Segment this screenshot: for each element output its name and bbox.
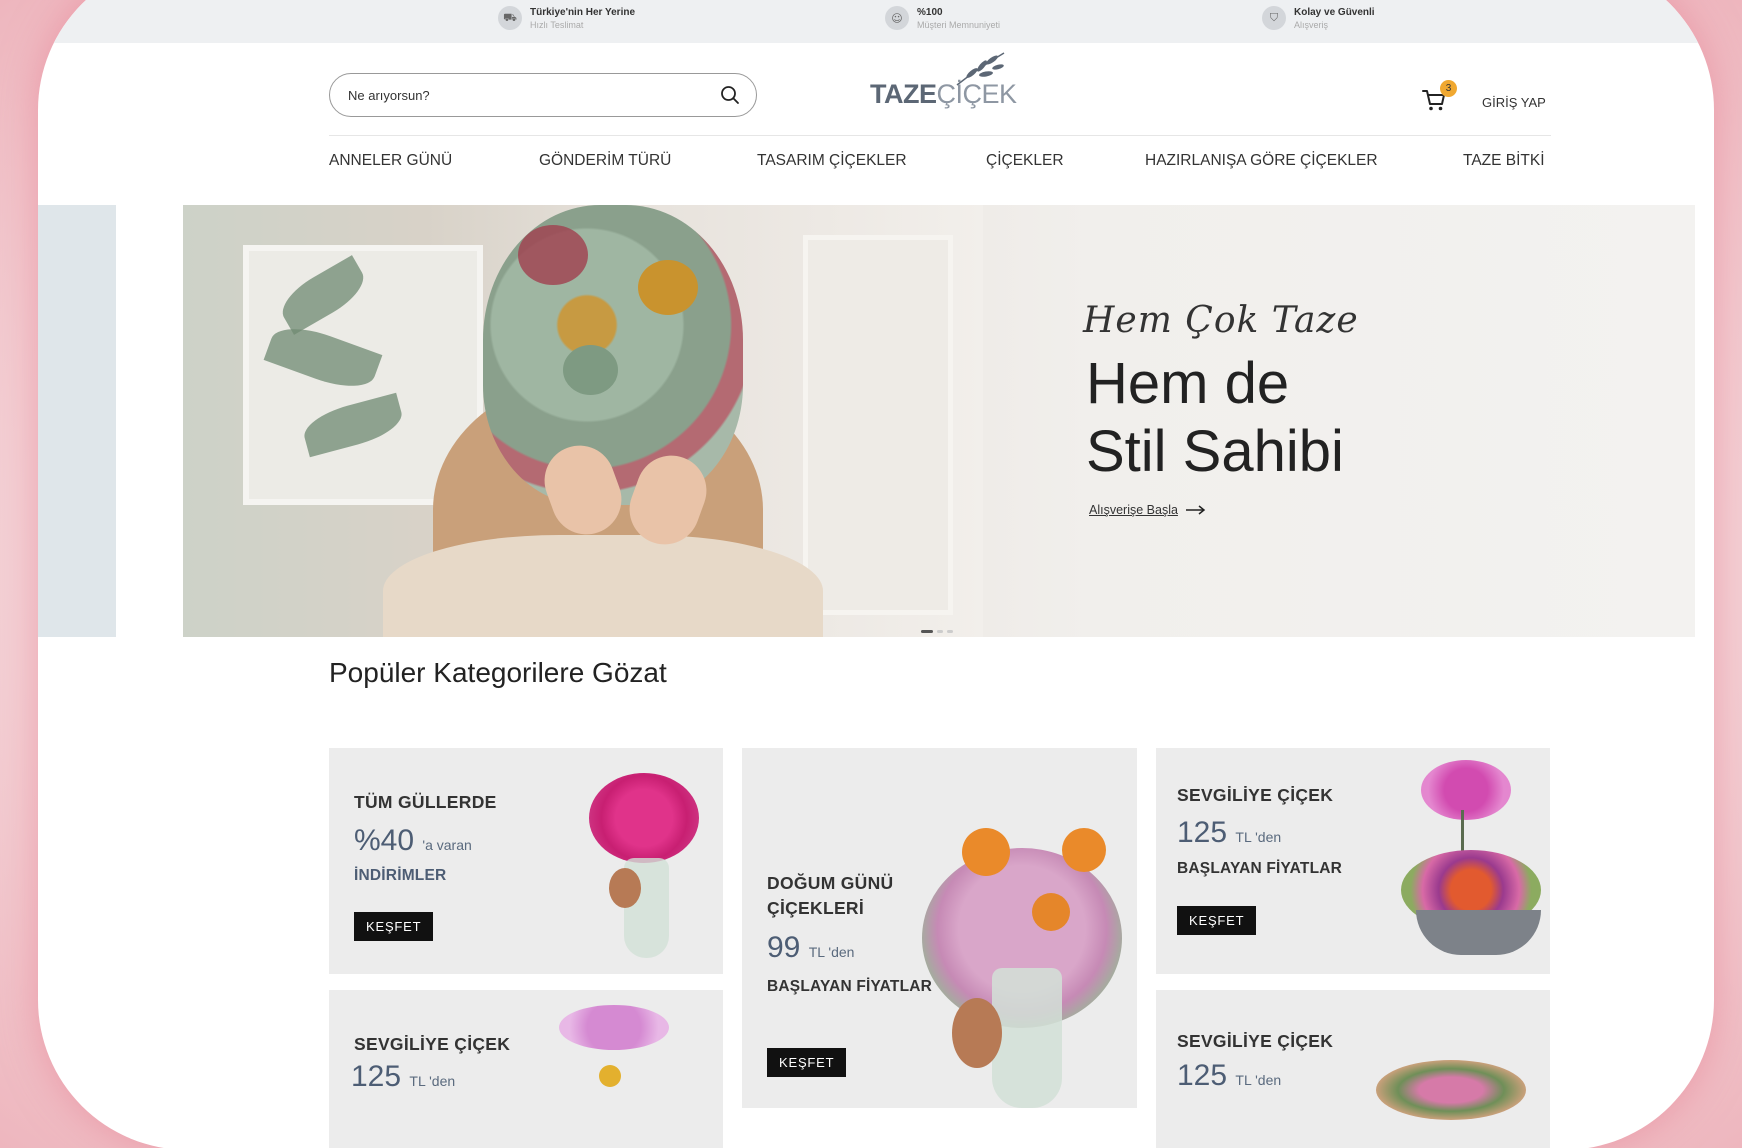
truck-icon: ⛟: [498, 6, 522, 30]
card-subtitle: BAŞLAYAN FİYATLAR: [767, 978, 933, 995]
flower-shape: [638, 260, 698, 315]
topbar-item-title: Kolay ve Güvenli: [1294, 6, 1375, 18]
nav-item-delivery-type[interactable]: GÖNDERİM TÜRÜ: [539, 152, 671, 170]
card-subtitle: İNDİRİMLER: [354, 867, 447, 884]
hero-headline-line2: Stil Sahibi: [1086, 419, 1344, 484]
search-icon[interactable]: [720, 85, 740, 105]
card-title: SEVGİLİYE ÇİÇEK: [1177, 1031, 1334, 1051]
category-card-valentine[interactable]: SEVGİLİYE ÇİÇEK 125 TL 'den BAŞLAYAN FİY…: [1156, 748, 1550, 974]
card-discover-button[interactable]: KEŞFET: [354, 912, 434, 941]
topbar-item-delivery: ⛟ Türkiye'nin Her Yerine Hızlı Teslimat: [498, 6, 635, 30]
topbar-item-satisfaction: ☺ %100 Müşteri Memnuniyeti: [885, 6, 1000, 30]
card-number: 125 TL 'den: [1177, 816, 1282, 849]
nav-item-mothers-day[interactable]: ANNELER GÜNÜ: [329, 152, 452, 170]
hero-headline: Hem de Stil Sahibi: [1086, 350, 1344, 486]
topbar-item-secure: ⛉ Kolay ve Güvenli Alışveriş: [1262, 6, 1375, 30]
card-discover-button[interactable]: KEŞFET: [767, 1048, 847, 1077]
search-input[interactable]: [348, 87, 720, 103]
carousel-dot-1[interactable]: [921, 630, 933, 633]
site-logo[interactable]: TAZEÇİÇEK: [870, 47, 1020, 110]
hero-prev-slide-peek[interactable]: [38, 205, 116, 637]
flower-shape: [518, 225, 588, 285]
nav-item-by-arrangement[interactable]: HAZIRLANIŞA GÖRE ÇİÇEKLER: [1145, 152, 1378, 170]
shield-icon: ⛉: [1262, 6, 1286, 30]
logo-text-light: ÇİÇEK: [936, 79, 1018, 109]
card-title: TÜM GÜLLERDE: [354, 792, 497, 812]
sweater-shape: [383, 535, 823, 637]
topbar-item-title: %100: [917, 6, 943, 18]
login-link[interactable]: GİRİŞ YAP: [1482, 95, 1546, 110]
card-number: 99 TL 'den: [767, 931, 855, 964]
hero-photo: [183, 205, 983, 637]
hero-headline-line1: Hem de: [1086, 351, 1290, 416]
info-topbar: ⛟ Türkiye'nin Her Yerine Hızlı Teslimat …: [38, 0, 1714, 43]
hero-cta-label: Alışverişe Başla: [1089, 503, 1178, 517]
topbar-item-title: Türkiye'nin Her Yerine: [530, 6, 636, 18]
topbar-item-subtitle: Hızlı Teslimat: [530, 19, 584, 30]
window-frame: [803, 235, 953, 615]
arrow-right-icon: [1185, 505, 1206, 515]
category-card-valentine-3[interactable]: SEVGİLİYE ÇİÇEK 125 TL 'den: [1156, 990, 1550, 1148]
category-card-valentine-2[interactable]: SEVGİLİYE ÇİÇEK 125 TL 'den: [329, 990, 723, 1148]
card-title: SEVGİLİYE ÇİÇEK: [1177, 785, 1334, 805]
carousel-dot-2[interactable]: [937, 630, 943, 633]
card-number-suffix: TL 'den: [1235, 829, 1282, 845]
card-title-line2: ÇİÇEKLERİ: [767, 898, 865, 918]
nav-item-flowers[interactable]: ÇİÇEKLER: [986, 152, 1064, 170]
browser-frame: ⛟ Türkiye'nin Her Yerine Hızlı Teslimat …: [38, 0, 1714, 1148]
hero-banner[interactable]: Hem Çok Taze Hem de Stil Sahibi Alışveri…: [183, 205, 1695, 637]
card-number-suffix: 'a varan: [422, 837, 472, 853]
hero-script-text: Hem Çok Taze: [1083, 300, 1359, 341]
card-discover-button[interactable]: KEŞFET: [1177, 906, 1257, 935]
flower-shape: [563, 345, 618, 395]
card-number: 125 TL 'den: [1177, 1059, 1282, 1092]
card-title: DOĞUM GÜNÜ ÇİÇEKLERİ: [767, 871, 893, 921]
carousel-dots: [921, 630, 953, 633]
category-card-roses[interactable]: TÜM GÜLLERDE %40 'a varan İNDİRİMLER KEŞ…: [329, 748, 723, 974]
hero-cta-link[interactable]: Alışverişe Başla: [1089, 503, 1206, 517]
nav-divider: [329, 135, 1551, 136]
smile-icon: ☺: [885, 6, 909, 30]
card-title-line1: DOĞUM GÜNÜ: [767, 873, 894, 893]
nav-item-design-flowers[interactable]: TASARIM ÇİÇEKLER: [757, 152, 907, 170]
section-title: Popüler Kategorilere Gözat: [329, 657, 667, 688]
topbar-item-subtitle: Alışveriş: [1294, 19, 1329, 30]
card-number-suffix: TL 'den: [1235, 1072, 1282, 1088]
search-bar[interactable]: [329, 73, 757, 117]
carousel-dot-3[interactable]: [947, 630, 953, 633]
logo-text: TAZEÇİÇEK: [870, 79, 1017, 110]
category-card-birthday[interactable]: DOĞUM GÜNÜ ÇİÇEKLERİ 99 TL 'den BAŞLAYAN…: [742, 748, 1137, 1108]
card-title: SEVGİLİYE ÇİÇEK: [354, 1034, 511, 1054]
card-number-suffix: TL 'den: [409, 1073, 456, 1089]
logo-text-bold: TAZE: [870, 79, 937, 109]
card-number-suffix: TL 'den: [808, 944, 855, 960]
topbar-item-subtitle: Müşteri Memnuniyeti: [917, 19, 1001, 30]
card-number: %40 'a varan: [354, 824, 472, 857]
cart-count-badge: 3: [1440, 80, 1457, 97]
card-subtitle: BAŞLAYAN FİYATLAR: [1177, 860, 1343, 877]
nav-item-fresh-plant[interactable]: TAZE BİTKİ: [1463, 152, 1545, 170]
card-number: 125 TL 'den: [351, 1060, 456, 1093]
